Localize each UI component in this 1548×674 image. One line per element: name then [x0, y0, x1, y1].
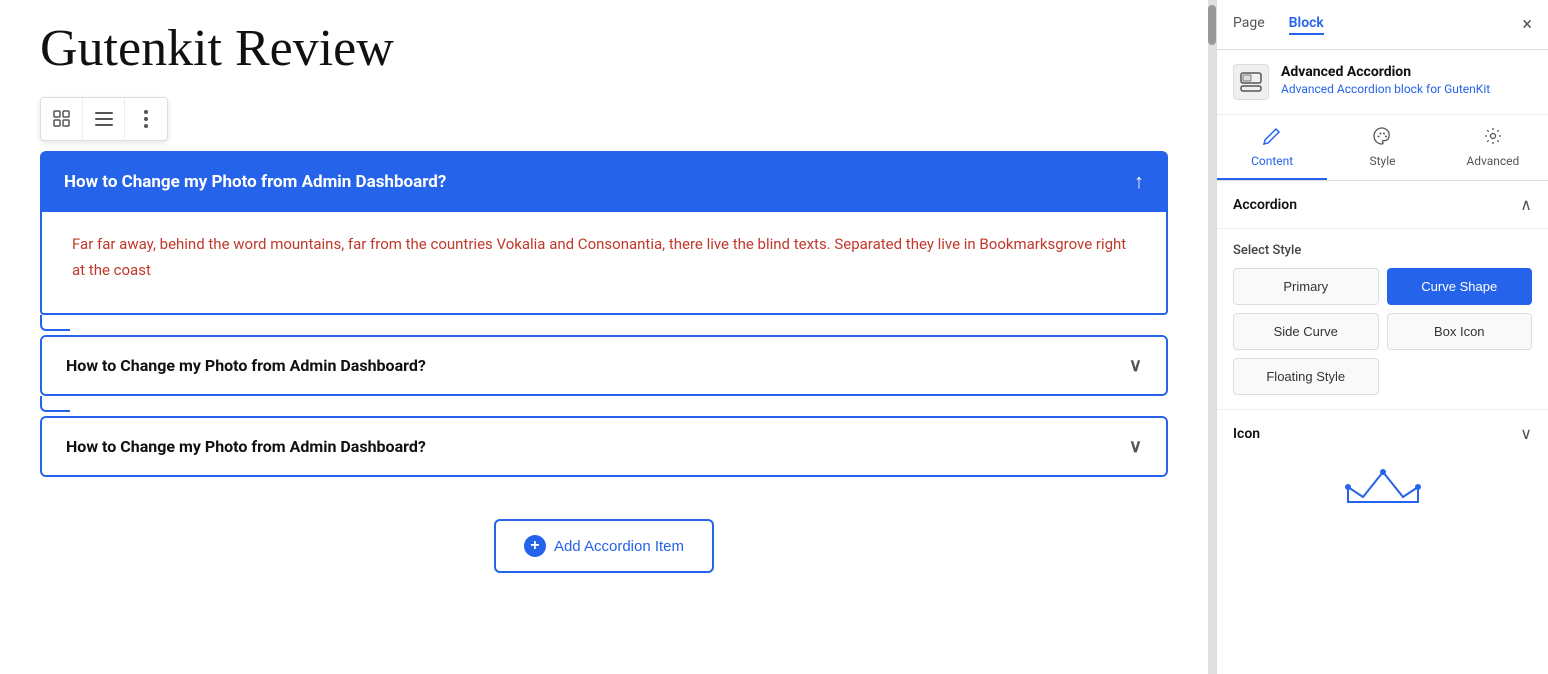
toolbar-more-icon[interactable] — [125, 98, 167, 140]
style-btn-box-icon[interactable]: Box Icon — [1387, 313, 1533, 350]
accordion-section-chevron-icon: ∧ — [1520, 195, 1532, 214]
gear-icon — [1484, 127, 1502, 150]
accordion-curve-connector — [40, 315, 70, 331]
edit-tabs: Content Style Advanced — [1217, 115, 1548, 181]
icon-preview-area — [1217, 457, 1548, 517]
icon-section-title: Icon — [1233, 426, 1260, 442]
style-btn-curve-shape[interactable]: Curve Shape — [1387, 268, 1533, 305]
plus-icon: + — [524, 535, 546, 557]
tab-content-label: Content — [1251, 154, 1293, 168]
accordion-item-1-header[interactable]: How to Change my Photo from Admin Dashbo… — [42, 337, 1166, 394]
style-btn-side-curve[interactable]: Side Curve — [1233, 313, 1379, 350]
style-icon — [1373, 127, 1391, 150]
block-name: Advanced Accordion — [1281, 64, 1490, 80]
scrollbar-thumb[interactable] — [1208, 5, 1216, 45]
select-style-label: Select Style — [1233, 243, 1532, 258]
panel-tabs: Page Block — [1233, 15, 1324, 35]
accordion-open-item: How to Change my Photo from Admin Dashbo… — [40, 151, 1168, 331]
add-accordion-item-button[interactable]: + Add Accordion Item — [494, 519, 714, 573]
block-toolbar — [40, 97, 168, 141]
icon-section: Icon ∨ — [1217, 409, 1548, 517]
tab-style-label: Style — [1369, 154, 1395, 168]
pencil-icon — [1263, 127, 1281, 150]
style-btn-primary[interactable]: Primary — [1233, 268, 1379, 305]
chevron-down-icon-2: ∨ — [1129, 436, 1142, 457]
tab-content[interactable]: Content — [1217, 115, 1327, 180]
accordion-section-title: Accordion — [1233, 197, 1297, 213]
accordion-content-text: Far far away, behind the word mountains,… — [72, 232, 1136, 283]
accordion-open-title: How to Change my Photo from Admin Dashbo… — [64, 172, 446, 192]
block-description: Advanced Accordion block for GutenKit — [1281, 82, 1490, 96]
accordion-up-arrow-icon: ↑ — [1134, 169, 1144, 194]
tab-style[interactable]: Style — [1327, 115, 1437, 180]
panel-body: Accordion ∧ Select Style Primary Curve S… — [1217, 181, 1548, 674]
accordion-item-2-header[interactable]: How to Change my Photo from Admin Dashbo… — [42, 418, 1166, 475]
block-info-text: Advanced Accordion Advanced Accordion bl… — [1281, 64, 1490, 96]
accordion-item-1: How to Change my Photo from Admin Dashbo… — [40, 335, 1168, 396]
panel-close-button[interactable]: × — [1522, 16, 1532, 34]
accordion-item-1-title: How to Change my Photo from Admin Dashbo… — [66, 356, 426, 375]
panel-header: Page Block × — [1217, 0, 1548, 50]
accordion-item-2: How to Change my Photo from Admin Dashbo… — [40, 416, 1168, 477]
toolbar-align-icon[interactable] — [83, 98, 125, 140]
main-scrollbar[interactable] — [1208, 0, 1216, 674]
main-content-area: Gutenkit Review — [0, 0, 1208, 674]
tab-page[interactable]: Page — [1233, 15, 1265, 35]
icon-section-header[interactable]: Icon ∨ — [1217, 410, 1548, 457]
tab-advanced-label: Advanced — [1466, 154, 1519, 168]
tab-advanced[interactable]: Advanced — [1438, 115, 1548, 180]
accordion-curve-connector-2 — [40, 396, 70, 412]
block-icon — [1233, 64, 1269, 100]
page-title: Gutenkit Review — [40, 20, 1168, 77]
accordion-item-2-title: How to Change my Photo from Admin Dashbo… — [66, 437, 426, 456]
right-panel: Page Block × Advanced Accordion Advanced… — [1216, 0, 1548, 674]
accordion-open-header[interactable]: How to Change my Photo from Admin Dashbo… — [40, 151, 1168, 212]
toolbar-block-icon[interactable] — [41, 98, 83, 140]
style-grid: Primary Curve Shape Side Curve Box Icon … — [1233, 268, 1532, 395]
block-info: Advanced Accordion Advanced Accordion bl… — [1217, 50, 1548, 115]
select-style-area: Select Style Primary Curve Shape Side Cu… — [1217, 229, 1548, 409]
chevron-down-icon-1: ∨ — [1129, 355, 1142, 376]
add-accordion-item-label: Add Accordion Item — [554, 538, 684, 555]
icon-section-chevron-icon: ∨ — [1520, 424, 1532, 443]
tab-block[interactable]: Block — [1289, 15, 1324, 35]
crown-icon — [1343, 467, 1423, 507]
accordion-section-header[interactable]: Accordion ∧ — [1217, 181, 1548, 229]
style-btn-floating-style[interactable]: Floating Style — [1233, 358, 1379, 395]
accordion-open-content: Far far away, behind the word mountains,… — [40, 212, 1168, 315]
